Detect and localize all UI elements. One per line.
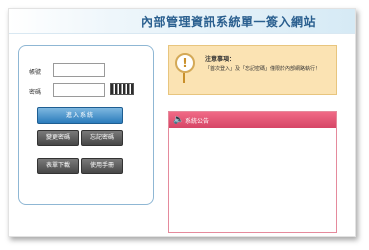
announcement-header: 🔈 系統公告 bbox=[169, 112, 336, 128]
form-download-button[interactable]: 表單下載 bbox=[37, 158, 79, 174]
login-button[interactable]: 進入系統 bbox=[37, 107, 123, 124]
change-password-button[interactable]: 變更密碼 bbox=[37, 130, 79, 146]
speaker-icon: 🔈 bbox=[173, 115, 185, 125]
announcement-title: 系統公告 bbox=[185, 118, 210, 125]
page-frame: 內部管理資訊系統單一簽入網站 帳號 密碼 進入系統 變更密碼 忘記密碼 表單下載… bbox=[8, 8, 356, 237]
account-label: 帳號 bbox=[29, 69, 42, 76]
login-panel: 帳號 密碼 進入系統 變更密碼 忘記密碼 表單下載 使用手冊 bbox=[18, 45, 154, 205]
notice-panel: ! 注意事項： 「首次登入」及「忘記密碼」僅限於內部網路執行！ bbox=[168, 45, 337, 95]
info-icon-stem bbox=[183, 73, 185, 83]
account-input[interactable] bbox=[53, 63, 105, 77]
notice-text: 「首次登入」及「忘記密碼」僅限於內部網路執行！ bbox=[205, 66, 321, 72]
info-icon: ! bbox=[175, 53, 195, 73]
password-label: 密碼 bbox=[29, 89, 42, 96]
header-banner: 內部管理資訊系統單一簽入網站 bbox=[9, 9, 355, 34]
captcha-image[interactable] bbox=[110, 83, 134, 95]
password-input[interactable] bbox=[53, 83, 105, 97]
announcement-panel: 🔈 系統公告 bbox=[168, 111, 337, 233]
page-title: 內部管理資訊系統單一簽入網站 bbox=[141, 15, 317, 29]
notice-title: 注意事項： bbox=[205, 56, 236, 63]
user-manual-button[interactable]: 使用手冊 bbox=[81, 158, 123, 174]
forgot-password-button[interactable]: 忘記密碼 bbox=[81, 130, 123, 146]
